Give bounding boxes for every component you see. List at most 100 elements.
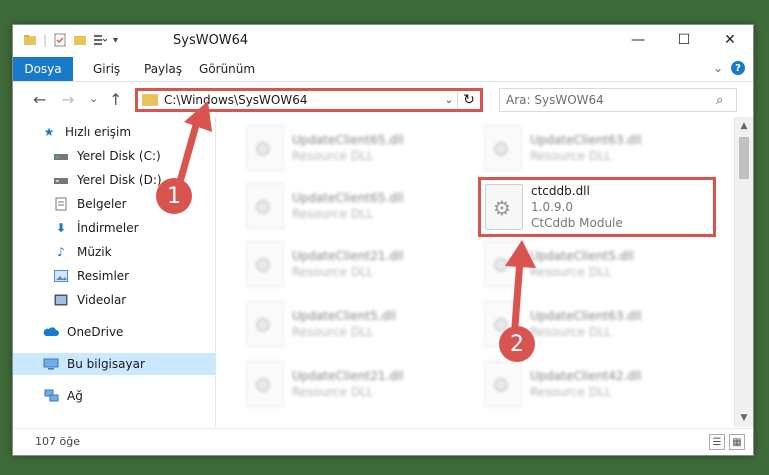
tab-share[interactable]: Paylaş: [144, 62, 182, 76]
dll-file-icon: [484, 361, 522, 407]
file-name: UpdateClient63.dll: [530, 309, 642, 323]
minimize-button[interactable]: —: [615, 25, 661, 55]
sidebar-item-label: İndirmeler: [77, 221, 139, 235]
chevron-down-icon[interactable]: ⌄: [713, 61, 723, 75]
search-icon[interactable]: ⌕: [716, 93, 736, 108]
file-type: Resource DLL: [292, 385, 374, 399]
file-type: Resource DLL: [530, 385, 612, 399]
tab-home[interactable]: Giriş: [93, 62, 120, 76]
item-count: 107 öğe: [35, 435, 80, 448]
file-name: UpdateClient21.dll: [292, 369, 404, 383]
list-item[interactable]: UpdateClient63.dll Resource DLL: [484, 121, 714, 175]
music-icon: ♪: [57, 245, 65, 259]
folder-icon: [142, 94, 158, 106]
sidebar-item-label: Yerel Disk (D:): [77, 173, 162, 187]
sidebar-item-onedrive[interactable]: OneDrive: [13, 321, 245, 343]
cloud-icon: [43, 325, 59, 339]
file-list: UpdateClient65.dll Resource DLL UpdateCli…: [216, 117, 735, 427]
search-input[interactable]: Ara: SysWOW64: [500, 93, 716, 107]
file-name: UpdateClient5.dll: [530, 249, 634, 263]
search-box[interactable]: Ara: SysWOW64 ⌕: [499, 88, 737, 112]
explorer-window: | ▾ SysWOW64 — ☐ ✕ Dosya Giriş Paylaş Gö…: [12, 24, 754, 456]
step-1-badge: 1: [156, 178, 192, 214]
downloads-icon: ⬇: [55, 221, 67, 235]
vertical-scrollbar[interactable]: ▲ ▼: [734, 117, 753, 427]
separator: |: [43, 33, 48, 47]
list-item[interactable]: UpdateClient21.dll Resource DLL: [246, 357, 476, 411]
scroll-down-button[interactable]: ▼: [735, 409, 753, 427]
file-type: Resource DLL: [292, 325, 374, 339]
sidebar-item-network[interactable]: Ağ: [13, 385, 245, 407]
dll-file-icon: [246, 125, 284, 171]
back-button[interactable]: ←: [33, 90, 46, 109]
file-type: Resource DLL: [292, 149, 374, 163]
star-icon: ★: [43, 125, 55, 139]
recent-locations-button[interactable]: ⌄: [89, 92, 98, 105]
list-item[interactable]: UpdateClient21.dll Resource DLL: [246, 237, 476, 291]
file-description: CtCddb Module: [531, 216, 623, 230]
list-item[interactable]: UpdateClient5.dll Resource DLL: [484, 237, 714, 291]
list-item[interactable]: UpdateClient5.dll Resource DLL: [246, 297, 476, 351]
quick-access-toolbar: | ▾: [23, 33, 118, 47]
chevron-down-icon[interactable]: ⌄: [441, 95, 457, 106]
file-name: UpdateClient65.dll: [292, 191, 404, 205]
view-toggle: ☰ ▦: [709, 434, 745, 450]
pictures-icon: [53, 269, 69, 283]
tab-view[interactable]: Görünüm: [199, 62, 255, 76]
drive-icon: [53, 173, 69, 187]
dll-file-icon: [246, 301, 284, 347]
properties-icon[interactable]: [53, 33, 67, 47]
sidebar-item-label: Videolar: [77, 293, 127, 307]
file-version: 1.0.9.0: [531, 200, 573, 214]
help-icon[interactable]: ?: [731, 61, 745, 75]
file-type: Resource DLL: [530, 149, 612, 163]
highlighted-file-item[interactable]: ctcddb.dll 1.0.9.0 CtCddb Module: [478, 177, 716, 237]
list-item[interactable]: UpdateClient42.dll Resource DLL: [484, 357, 714, 411]
customize-toolbar-icon[interactable]: [93, 33, 108, 47]
sidebar-item-this-pc[interactable]: Bu bilgisayar: [13, 353, 245, 375]
file-name: UpdateClient5.dll: [292, 309, 396, 323]
sidebar-item-label: OneDrive: [67, 325, 124, 339]
folder-icon[interactable]: [23, 33, 37, 47]
computer-icon: [43, 357, 59, 371]
status-bar: 107 öğe ☰ ▦: [13, 428, 753, 455]
details-view-icon[interactable]: ☰: [709, 434, 725, 450]
file-type: Resource DLL: [292, 207, 374, 221]
sidebar-item-label: Resimler: [77, 269, 130, 283]
scrollbar-thumb[interactable]: [739, 137, 749, 179]
new-folder-icon[interactable]: [73, 33, 87, 47]
file-type: Resource DLL: [530, 325, 612, 339]
dll-file-icon: [484, 125, 522, 171]
sidebar-item-label: Bu bilgisayar: [67, 357, 145, 371]
list-item[interactable]: UpdateClient65.dll Resource DLL: [246, 121, 476, 175]
dll-file-icon: [484, 241, 522, 287]
videos-icon: [53, 293, 69, 307]
file-name: UpdateClient63.dll: [530, 133, 642, 147]
sidebar-item-label: Hızlı erişim: [65, 125, 132, 139]
refresh-icon[interactable]: ↻: [457, 91, 480, 109]
close-button[interactable]: ✕: [707, 25, 753, 55]
tab-file[interactable]: Dosya: [13, 57, 73, 81]
sidebar-item-label: Ağ: [67, 389, 83, 403]
sidebar-item-label: Müzik: [77, 245, 112, 259]
list-item[interactable]: UpdateClient65.dll Resource DLL: [246, 179, 476, 233]
ribbon-tabs: Dosya Giriş Paylaş Görünüm ⌄ ?: [13, 57, 753, 82]
address-path[interactable]: C:\Windows\SysWOW64: [164, 93, 441, 107]
forward-button[interactable]: →: [61, 90, 74, 109]
large-icons-view-icon[interactable]: ▦: [729, 434, 745, 450]
up-button[interactable]: ↑: [109, 90, 122, 109]
sidebar-item-quick-access[interactable]: ★ Hızlı erişim: [13, 121, 243, 143]
maximize-button[interactable]: ☐: [661, 25, 707, 55]
window-title: SysWOW64: [173, 33, 249, 48]
navigation-pane: ★ Hızlı erişim Yerel Disk (C:) 📌 Yerel D…: [13, 117, 249, 427]
chevron-down-icon[interactable]: ▾: [113, 35, 118, 46]
dll-file-icon: [246, 241, 284, 287]
address-bar[interactable]: C:\Windows\SysWOW64 ⌄ ↻: [135, 88, 483, 112]
scroll-up-button[interactable]: ▲: [735, 117, 753, 135]
drive-icon: [53, 149, 69, 163]
dll-file-icon: [485, 184, 523, 230]
file-name: UpdateClient42.dll: [530, 369, 642, 383]
documents-icon: [53, 197, 69, 211]
file-name: ctcddb.dll: [531, 184, 590, 198]
network-icon: [43, 389, 59, 403]
